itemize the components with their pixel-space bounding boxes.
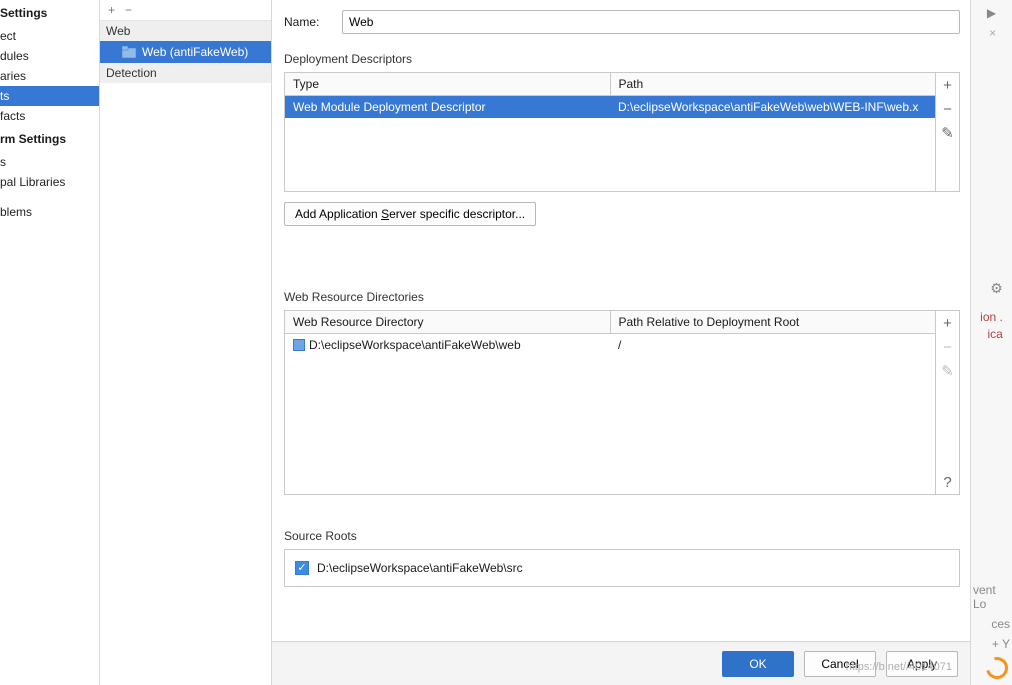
name-label: Name: — [284, 15, 332, 29]
web-facet-icon — [122, 46, 136, 58]
tree-group-web[interactable]: Web — [100, 21, 271, 41]
add-row-button[interactable]: + — [936, 311, 960, 335]
remove-facet-button[interactable]: − — [125, 4, 132, 16]
deployment-descriptors-table: Type Path Web Module Deployment Descript… — [284, 72, 960, 192]
settings-item[interactable]: aries — [0, 66, 99, 86]
settings-item[interactable]: dules — [0, 46, 99, 66]
settings-item[interactable]: s — [0, 152, 99, 172]
editor-red-text: ion . ica — [980, 309, 1003, 343]
ok-button[interactable]: OK — [722, 651, 794, 677]
source-root-path: D:\eclipseWorkspace\antiFakeWeb\src — [317, 561, 523, 575]
cancel-button[interactable]: Cancel — [804, 651, 876, 677]
tree-item-label: Web (antiFakeWeb) — [142, 45, 248, 59]
background-editor-strip: ▶ × ⚙ ion . ica vent Lo ces + Y — [970, 0, 1012, 685]
source-root-checkbox[interactable]: ✓ — [295, 561, 309, 575]
settings-heading-2: rm Settings — [0, 126, 99, 152]
table-header: Type Path — [285, 73, 935, 96]
table-side-buttons: + − ✎ — [935, 73, 959, 191]
table-row[interactable]: D:\eclipseWorkspace\antiFakeWeb\web / — [285, 334, 935, 356]
cell-dir: D:\eclipseWorkspace\antiFakeWeb\web — [285, 334, 610, 356]
edit-row-button[interactable]: ✎ — [936, 359, 960, 383]
col-path-relative[interactable]: Path Relative to Deployment Root — [611, 311, 936, 333]
settings-item[interactable]: blems — [0, 202, 99, 222]
col-type[interactable]: Type — [285, 73, 611, 95]
add-appserver-descriptor-button[interactable]: Add Application Server specific descript… — [284, 202, 536, 226]
col-path[interactable]: Path — [611, 73, 936, 95]
tree-group-detection[interactable]: Detection — [100, 63, 271, 83]
cell-rel: / — [610, 334, 935, 356]
name-field-row: Name: — [284, 10, 960, 34]
progress-spinner-icon — [982, 653, 1012, 683]
remove-row-button[interactable]: − — [936, 97, 960, 121]
source-roots-list: ✓ D:\eclipseWorkspace\antiFakeWeb\src — [284, 549, 960, 587]
edit-row-button[interactable]: ✎ — [936, 121, 960, 145]
settings-item[interactable]: ect — [0, 26, 99, 46]
apply-button[interactable]: Apply — [886, 651, 958, 677]
help-button[interactable]: ? — [936, 470, 960, 494]
web-resource-dirs-table: Web Resource Directory Path Relative to … — [284, 310, 960, 495]
ces-label: ces — [991, 617, 1010, 631]
settings-sidebar: Settings ect dules aries ts facts rm Set… — [0, 0, 100, 685]
event-log-label[interactable]: vent Lo — [973, 583, 1010, 611]
tree-item-web-antifakeweb[interactable]: Web (antiFakeWeb) — [100, 41, 271, 63]
facet-detail-panel: Name: Deployment Descriptors Type Path W… — [272, 0, 970, 685]
add-facet-button[interactable]: + — [108, 4, 115, 16]
col-web-resource-dir[interactable]: Web Resource Directory — [285, 311, 611, 333]
table-header: Web Resource Directory Path Relative to … — [285, 311, 935, 334]
table-side-buttons: + − ✎ ? — [935, 311, 959, 494]
settings-heading-1: Settings — [0, 0, 99, 26]
table-row[interactable]: Web Module Deployment Descriptor D:\ecli… — [285, 96, 935, 118]
facet-name-input[interactable] — [342, 10, 960, 34]
tree-toolbar: + − — [100, 0, 271, 21]
settings-item[interactable]: pal Libraries — [0, 172, 99, 192]
close-tab-icon[interactable]: × — [989, 26, 996, 40]
cell-path: D:\eclipseWorkspace\antiFakeWeb\web\WEB-… — [610, 96, 935, 118]
source-roots-title: Source Roots — [284, 529, 970, 543]
cell-type: Web Module Deployment Descriptor — [285, 96, 610, 118]
add-row-button[interactable]: + — [936, 73, 960, 97]
settings-item[interactable]: facts — [0, 106, 99, 126]
folder-icon — [293, 339, 305, 351]
project-structure-dialog: Settings ect dules aries ts facts rm Set… — [0, 0, 1012, 685]
deployment-descriptors-title: Deployment Descriptors — [284, 52, 970, 66]
facet-tree-panel: + − Web Web (antiFakeWeb) Detection — [100, 0, 272, 685]
run-icon[interactable]: ▶ — [987, 6, 996, 20]
remove-row-button[interactable]: − — [936, 335, 960, 359]
dialog-button-bar: OK Cancel Apply https://b net//4014071 — [272, 641, 970, 685]
plus-y-label: + Y — [992, 637, 1010, 651]
web-resource-dirs-title: Web Resource Directories — [284, 290, 970, 304]
gear-icon[interactable]: ⚙ — [990, 280, 1003, 297]
settings-item-facets[interactable]: ts — [0, 86, 99, 106]
